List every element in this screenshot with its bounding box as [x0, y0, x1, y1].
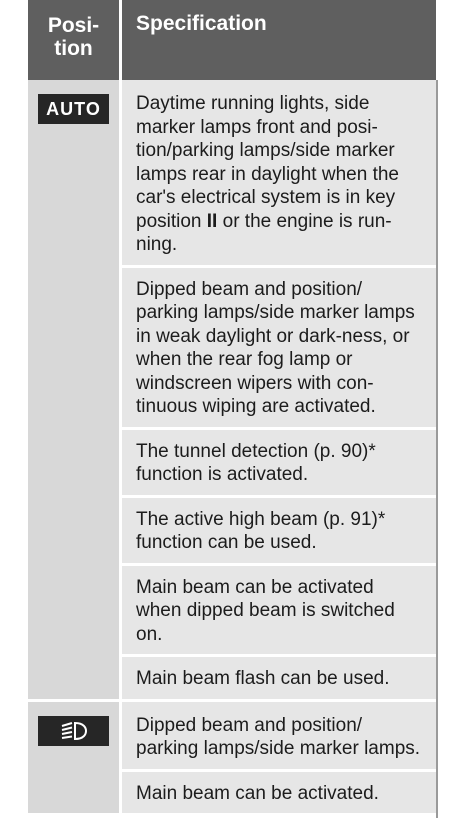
spec-paragraph: The active high beam (p. 91)* function c…	[122, 494, 436, 563]
table-row-dipped-beam: Dipped beam and position/ parking lamps/…	[28, 701, 436, 814]
dipped-beam-icon	[38, 715, 109, 746]
spec-paragraph: Daytime running lights, side marker lamp…	[136, 93, 399, 255]
right-margin-rule	[436, 80, 438, 818]
lighting-positions-table: Posi- tion Specification AUTO Daytime ru…	[28, 0, 436, 813]
spec-paragraph: Dipped beam and position/ parking lamps/…	[122, 264, 436, 427]
header-position: Posi- tion	[47, 14, 100, 60]
spec-paragraph: Dipped beam and position/ parking lamps/…	[136, 714, 421, 760]
spec-paragraph: Main beam can be activated.	[122, 768, 436, 814]
spec-paragraph: Main beam flash can be used.	[122, 654, 436, 699]
specification-cell: Daytime running lights, side marker lamp…	[122, 80, 436, 699]
specification-cell: Dipped beam and position/ parking lamps/…	[122, 701, 436, 814]
position-cell: AUTO	[28, 80, 119, 699]
header-specification: Specification	[136, 12, 267, 35]
position-cell	[28, 701, 119, 813]
auto-symbol: AUTO	[38, 94, 109, 124]
table-header: Posi- tion Specification	[28, 0, 436, 80]
spec-paragraph: Main beam can be activated when dipped b…	[122, 562, 436, 655]
spec-paragraph: The tunnel detection (p. 90)* function i…	[122, 426, 436, 495]
table-row-auto: AUTO Daytime running lights, side marker…	[28, 80, 436, 702]
